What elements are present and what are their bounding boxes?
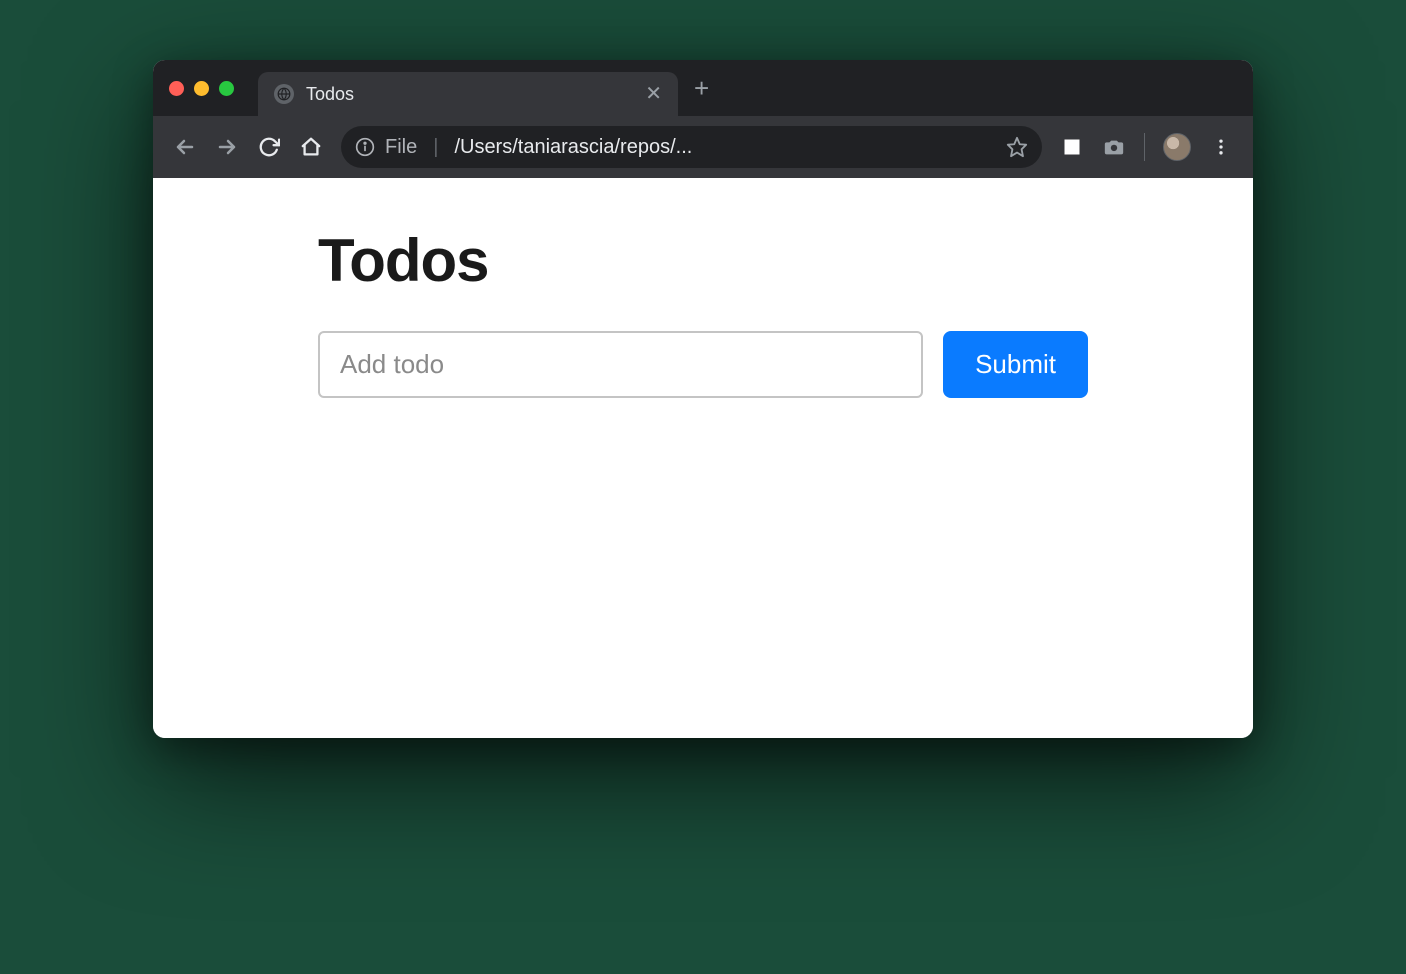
home-button[interactable]	[299, 135, 323, 159]
info-icon	[355, 137, 375, 157]
todo-input[interactable]	[318, 331, 923, 398]
page-content: Todos Submit	[318, 226, 1088, 398]
profile-avatar[interactable]	[1163, 133, 1191, 161]
page-title: Todos	[318, 226, 1088, 295]
address-path: /Users/taniarascia/repos/...	[454, 136, 692, 159]
tab-title: Todos	[306, 84, 633, 105]
camera-icon[interactable]	[1102, 135, 1126, 159]
submit-button[interactable]: Submit	[943, 331, 1088, 398]
browser-tab[interactable]: Todos ✕	[258, 72, 678, 116]
bookmark-star-icon[interactable]	[1006, 136, 1028, 158]
window-maximize-button[interactable]	[219, 81, 234, 96]
page-viewport: Todos Submit	[153, 178, 1253, 738]
browser-window: Todos ✕ + File | /Users/taniarascia/repo…	[153, 60, 1253, 738]
browser-toolbar: File | /Users/taniarascia/repos/...	[153, 116, 1253, 178]
globe-icon	[274, 84, 294, 104]
extension-square-icon[interactable]	[1060, 135, 1084, 159]
window-minimize-button[interactable]	[194, 81, 209, 96]
forward-button[interactable]	[215, 135, 239, 159]
reload-button[interactable]	[257, 135, 281, 159]
tab-strip: Todos ✕ +	[153, 60, 1253, 116]
address-separator: |	[427, 136, 444, 159]
close-tab-icon[interactable]: ✕	[645, 84, 662, 104]
window-close-button[interactable]	[169, 81, 184, 96]
address-bar[interactable]: File | /Users/taniarascia/repos/...	[341, 126, 1042, 168]
kebab-menu-icon[interactable]	[1209, 135, 1233, 159]
new-tab-button[interactable]: +	[694, 75, 709, 101]
todo-form: Submit	[318, 331, 1088, 398]
back-button[interactable]	[173, 135, 197, 159]
address-scheme: File	[385, 136, 417, 159]
window-controls	[169, 81, 234, 96]
toolbar-divider	[1144, 133, 1145, 161]
